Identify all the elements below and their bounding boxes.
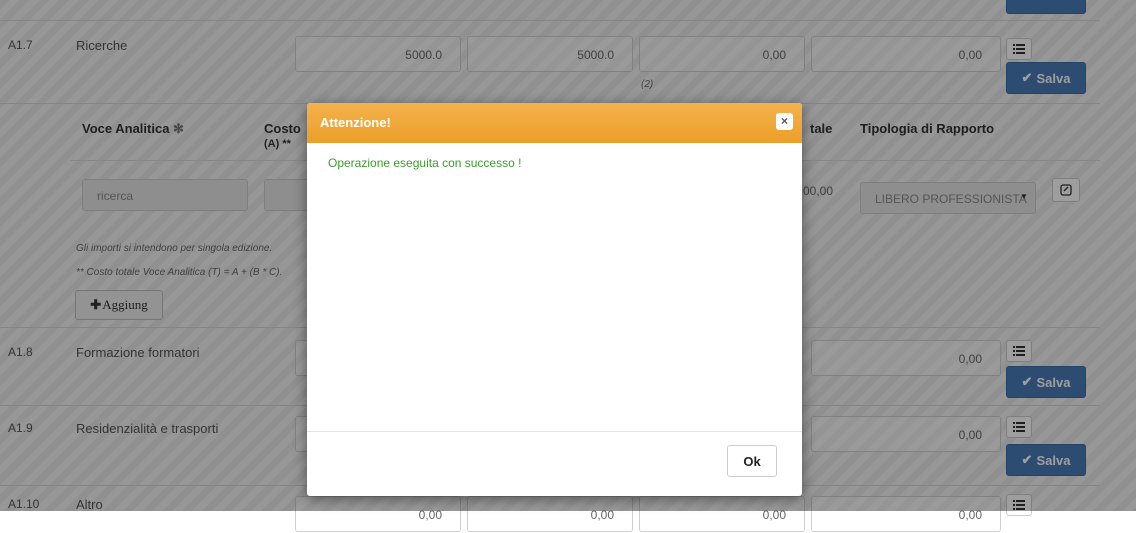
- close-icon[interactable]: ×: [776, 113, 793, 130]
- dialog-title: Attenzione!: [320, 115, 391, 130]
- success-message: Operazione eseguita con successo !: [328, 156, 522, 170]
- ok-button[interactable]: Ok: [727, 445, 777, 477]
- dialog-header: Attenzione! ×: [307, 103, 802, 143]
- dialog-footer: [307, 431, 802, 432]
- alert-dialog: Attenzione! × Operazione eseguita con su…: [307, 103, 802, 496]
